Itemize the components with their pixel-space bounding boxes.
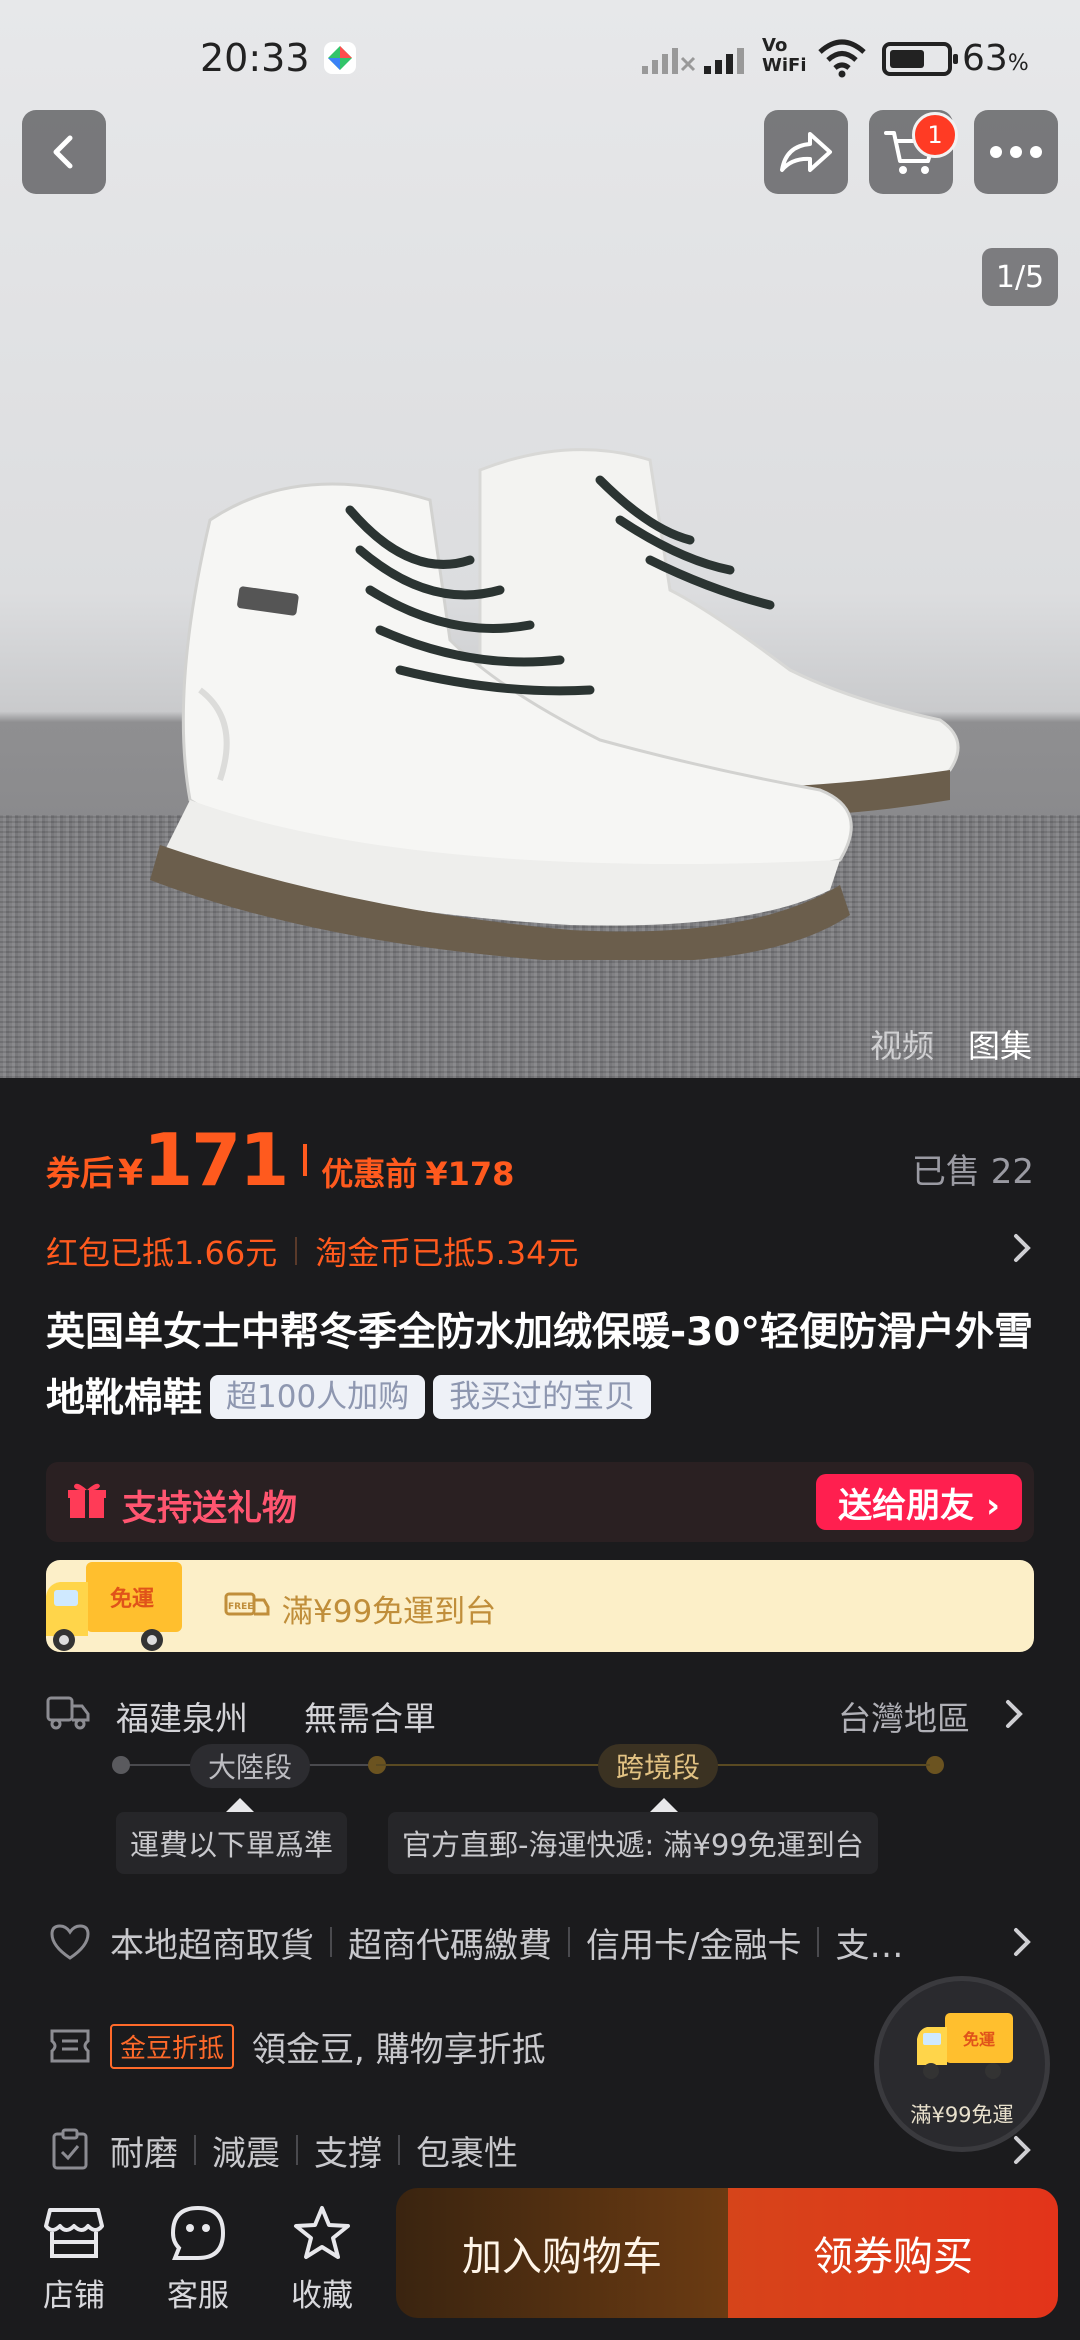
shipping-route-row[interactable]: 福建泉州 無需合單 台灣地區 bbox=[46, 1688, 1036, 1738]
svg-text:免運: 免運 bbox=[110, 1586, 154, 1612]
stage-cross-border: 跨境段 bbox=[598, 1744, 719, 1788]
more-button[interactable] bbox=[974, 110, 1058, 194]
send-to-friend-button[interactable]: 送给朋友 › bbox=[816, 1474, 1022, 1530]
chevron-right-icon bbox=[1014, 1928, 1031, 1956]
payment-item: 信用卡/金融卡 bbox=[586, 1925, 802, 1966]
vowifi-indicator: Vo WiFi bbox=[762, 35, 807, 76]
chevron-left-icon bbox=[53, 135, 73, 169]
svg-text:FREE: FREE bbox=[228, 1602, 253, 1612]
free-shipping-icon: FREE bbox=[224, 1592, 270, 1616]
coupon-icon bbox=[50, 2029, 90, 2063]
payment-item: 支… bbox=[835, 1925, 904, 1966]
store-icon bbox=[44, 2208, 104, 2258]
feature-item: 支撐 bbox=[314, 2133, 382, 2174]
currency-symbol: ¥ bbox=[118, 1153, 144, 1194]
sold-count: 已售 22 bbox=[911, 1152, 1034, 1192]
service-label: 客服 bbox=[167, 2278, 229, 2314]
red-packet-discount: 红包已抵1.66元 bbox=[46, 1234, 278, 1272]
discount-row[interactable]: 红包已抵1.66元 淘金币已抵5.34元 bbox=[46, 1228, 1036, 1274]
status-bar: 20:33 Vo WiFi 63% bbox=[0, 0, 1080, 120]
store-label: 店铺 bbox=[43, 2278, 105, 2314]
discount-divider bbox=[295, 1237, 298, 1265]
buy-with-coupon-button[interactable]: 领券购买 bbox=[728, 2188, 1058, 2318]
popular-tag: 超100人加购 bbox=[210, 1375, 426, 1419]
cross-border-note: 官方直郵-海運快遞: 滿¥99免運到台 bbox=[388, 1812, 878, 1874]
favorite-button[interactable]: 收藏 bbox=[272, 2198, 372, 2315]
store-button[interactable]: 店铺 bbox=[24, 2198, 124, 2315]
chevron-right-icon bbox=[1014, 1234, 1031, 1262]
tab-gallery[interactable]: 图集 bbox=[968, 1021, 1032, 1067]
cta-group: 加入购物车 领券购买 bbox=[396, 2188, 1058, 2318]
coupon-price: 171 bbox=[143, 1118, 289, 1202]
delivery-truck-icon: 免運 bbox=[917, 2013, 1013, 2079]
status-time: 20:33 bbox=[200, 36, 310, 80]
product-title: 英国单女士中帮冬季全防水加绒保暖-30°轻便防滑户外雪地靴棉鞋 超100人加购 我买… bbox=[46, 1300, 1046, 1432]
no-merge-order: 無需合單 bbox=[304, 1699, 436, 1738]
signal-sim1-icon bbox=[642, 48, 696, 74]
star-icon bbox=[294, 2206, 350, 2259]
signal-sim2-icon bbox=[704, 48, 744, 74]
payment-methods-row[interactable]: 本地超商取貨 超商代碼繳費 信用卡/金融卡 支… bbox=[46, 1912, 1046, 1972]
price-row: 券后 ¥ 171 优惠前 ¥178 bbox=[46, 1118, 514, 1202]
chevron-right-icon bbox=[1006, 1700, 1023, 1728]
features-row[interactable]: 耐磨 減震 支撐 包裹性 bbox=[46, 2120, 1046, 2180]
ship-destination: 台灣地區 bbox=[838, 1699, 970, 1738]
gift-bar: 支持送礼物 送给朋友 › bbox=[46, 1462, 1034, 1542]
image-counter: 1/5 bbox=[982, 248, 1058, 306]
chat-face-icon bbox=[170, 2205, 226, 2260]
after-coupon-label: 券后 bbox=[46, 1154, 114, 1194]
wifi-icon bbox=[818, 39, 866, 78]
customer-service-button[interactable]: 客服 bbox=[148, 2198, 248, 2315]
free-shipping-text: 滿¥99免運到台 bbox=[282, 1594, 497, 1630]
floating-badge-text: 滿¥99免運 bbox=[910, 2103, 1014, 2127]
stage-mainland: 大陸段 bbox=[190, 1744, 311, 1788]
add-to-cart-button[interactable]: 加入购物车 bbox=[396, 2188, 728, 2318]
feature-item: 耐磨 bbox=[110, 2133, 178, 2174]
feature-item: 包裹性 bbox=[416, 2133, 518, 2174]
before-discount-price: ¥178 bbox=[425, 1155, 515, 1193]
payment-item: 本地超商取貨 bbox=[110, 1925, 314, 1966]
app-notification-icon bbox=[324, 42, 356, 74]
clipboard-check-icon bbox=[52, 2128, 88, 2170]
more-dots-icon bbox=[990, 146, 1042, 158]
gold-bean-tag: 金豆折抵 bbox=[110, 2023, 235, 2069]
favorite-label: 收藏 bbox=[291, 2278, 353, 2314]
floating-free-shipping-badge[interactable]: 免運 滿¥99免運 bbox=[874, 1976, 1050, 2152]
back-button[interactable] bbox=[22, 110, 106, 194]
ship-origin: 福建泉州 bbox=[116, 1699, 248, 1738]
media-tabs: 视频 图集 bbox=[870, 1016, 1032, 1072]
svg-text:免運: 免運 bbox=[963, 2030, 995, 2049]
heart-shield-icon bbox=[50, 1924, 90, 1960]
price-divider bbox=[303, 1144, 308, 1176]
feature-item: 減震 bbox=[212, 2133, 280, 2174]
payment-item: 超商代碼繳費 bbox=[348, 1925, 552, 1966]
battery-icon bbox=[882, 42, 958, 76]
mainland-fee-note: 運費以下單爲準 bbox=[116, 1812, 348, 1874]
gold-coin-discount: 淘金币已抵5.34元 bbox=[315, 1234, 579, 1272]
share-button[interactable] bbox=[764, 110, 848, 194]
truck-outline-icon bbox=[46, 1696, 90, 1730]
boots-illustration bbox=[150, 448, 960, 960]
gift-support-label: 支持送礼物 bbox=[122, 1489, 298, 1529]
gift-icon bbox=[68, 1483, 106, 1518]
share-icon bbox=[780, 132, 832, 172]
before-discount-label: 优惠前 bbox=[321, 1155, 418, 1193]
gold-bean-text: 領金豆, 購物享折抵 bbox=[252, 2029, 546, 2070]
free-shipping-banner[interactable]: FREE 滿¥99免運到台 bbox=[46, 1560, 1034, 1652]
tab-video[interactable]: 视频 bbox=[870, 1021, 934, 1067]
timeline-dot-start bbox=[112, 1756, 130, 1774]
cart-count-badge: 1 bbox=[912, 112, 958, 158]
bought-before-tag[interactable]: 我买过的宝贝 bbox=[433, 1375, 652, 1419]
delivery-truck-icon: 免運 bbox=[46, 1562, 182, 1651]
battery-percent: 63% bbox=[962, 38, 1029, 79]
